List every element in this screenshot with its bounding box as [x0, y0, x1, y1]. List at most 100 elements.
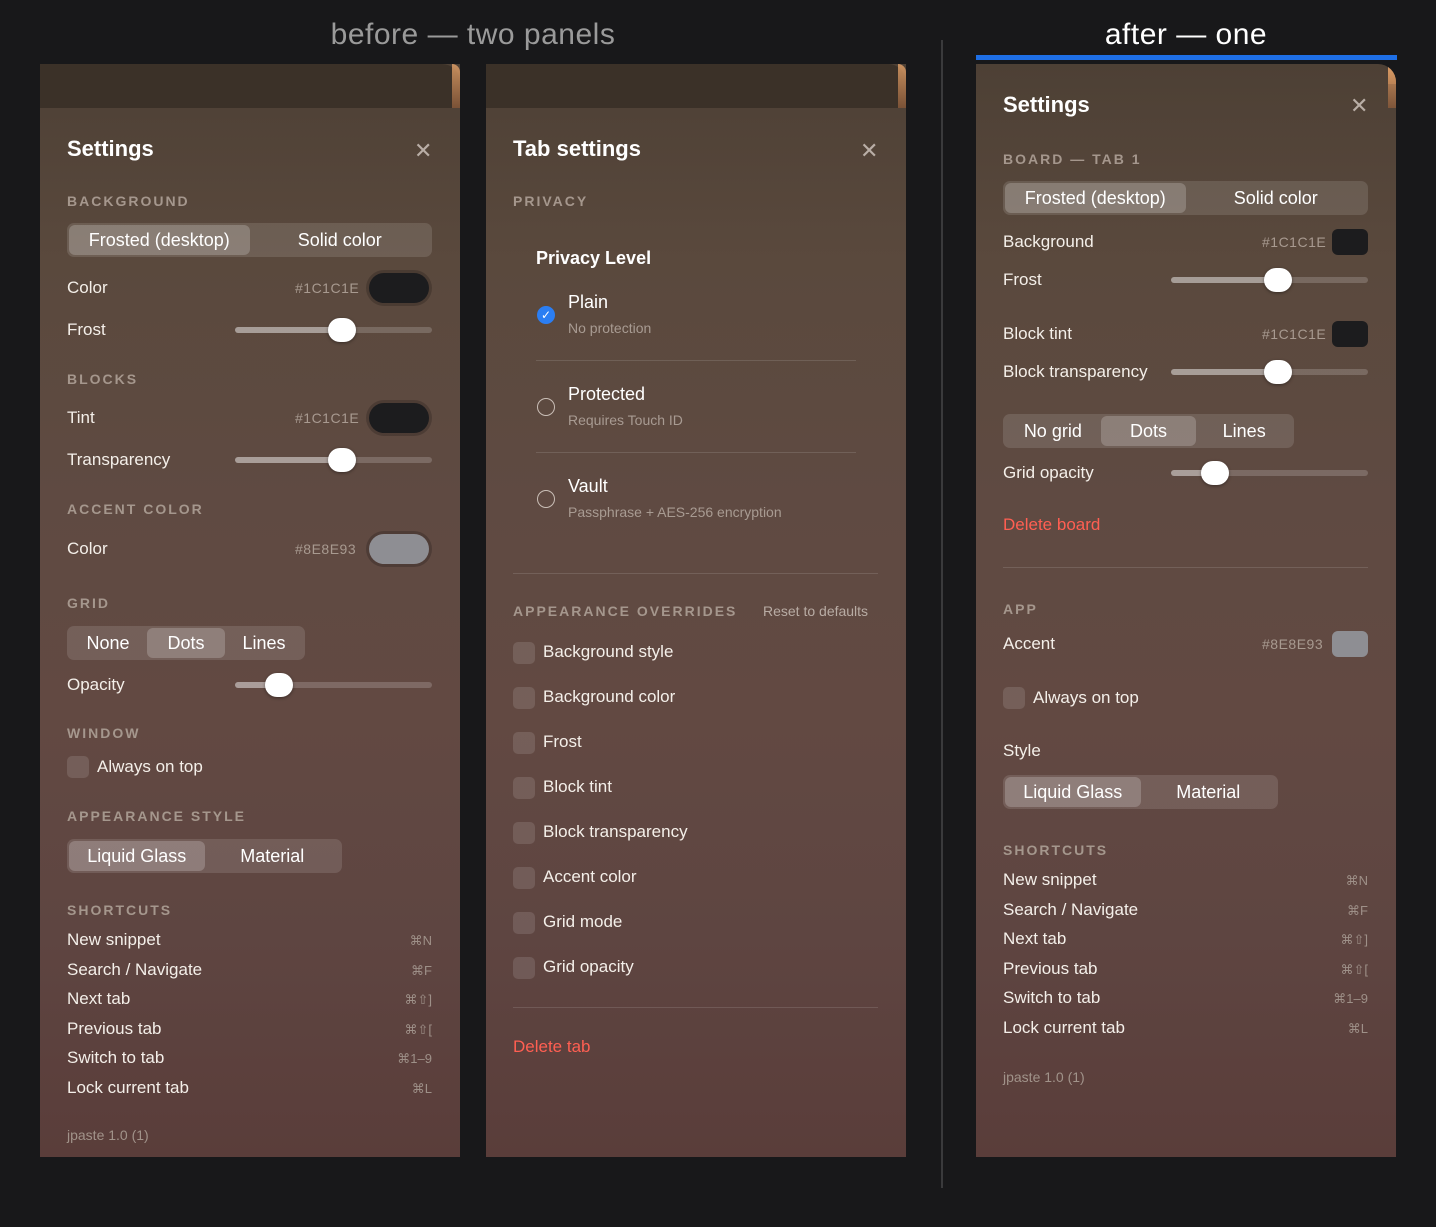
segment-material[interactable]: Material [1141, 777, 1277, 807]
override-checkbox[interactable] [513, 732, 535, 754]
segment-frosted[interactable]: Frosted (desktop) [69, 225, 250, 255]
slider-fill [1171, 277, 1278, 283]
override-checkbox[interactable] [513, 642, 535, 664]
shortcut-label: Previous tab [67, 1018, 162, 1038]
shortcut-row: Previous tab ⌘⇧[ [1003, 959, 1368, 989]
slider-knob[interactable] [265, 673, 294, 697]
segment-solid-color[interactable]: Solid color [250, 225, 431, 255]
privacy-option-sub: Passphrase + AES-256 encryption [568, 504, 782, 520]
accent-color-swatch[interactable] [1332, 631, 1368, 657]
section-accent-color: ACCENT COLOR [67, 501, 204, 517]
after-heading: after — one [1104, 18, 1268, 51]
block-tint-hex: #1C1C1E [1262, 326, 1327, 342]
privacy-option-sub: Requires Touch ID [568, 412, 683, 428]
override-checkbox[interactable] [513, 777, 535, 799]
block-tint-swatch[interactable] [1332, 321, 1368, 347]
shortcut-key: ⌘N [409, 933, 432, 948]
radio-icon [537, 398, 555, 416]
frost-slider[interactable] [235, 318, 432, 342]
override-item[interactable]: Block transparency [513, 822, 813, 867]
section-grid: GRID [67, 595, 110, 611]
segment-no-grid[interactable]: No grid [1005, 416, 1101, 446]
segment-none[interactable]: None [69, 628, 147, 658]
shortcut-row: Lock current tab ⌘L [1003, 1018, 1368, 1048]
override-item[interactable]: Background color [513, 687, 813, 732]
transparency-slider[interactable] [235, 448, 432, 472]
override-item[interactable]: Accent color [513, 867, 813, 912]
grid-opacity-slider[interactable] [235, 673, 432, 697]
delete-tab-button[interactable]: Delete tab [513, 1037, 591, 1057]
shortcut-label: Search / Navigate [1003, 899, 1139, 919]
always-on-top-checkbox[interactable] [67, 756, 89, 778]
slider-knob[interactable] [327, 448, 356, 472]
section-appearance-style: APPEARANCE STYLE [67, 808, 247, 824]
shortcut-label: New snippet [1003, 870, 1097, 889]
privacy-option-vault[interactable]: Vault Passphrase + AES-256 encryption [536, 476, 866, 542]
divider [513, 1007, 878, 1008]
shortcut-label: Next tab [67, 989, 131, 1008]
override-item[interactable]: Frost [513, 732, 813, 777]
override-checkbox[interactable] [513, 687, 535, 709]
shortcut-key: ⌘⇧[ [1340, 961, 1368, 977]
segment-lines[interactable]: Lines [1196, 416, 1292, 446]
accent-color-swatch[interactable] [369, 534, 429, 564]
override-item[interactable]: Grid mode [513, 912, 813, 957]
override-label: Frost [543, 732, 582, 751]
privacy-option-protected[interactable]: Protected Requires Touch ID [536, 384, 856, 450]
tint-swatch[interactable] [369, 403, 429, 433]
shortcut-key: ⌘N [1345, 873, 1368, 888]
window-titlebar [40, 64, 460, 108]
close-icon[interactable]: ✕ [1350, 95, 1368, 117]
override-item[interactable]: Block tint [513, 777, 813, 822]
segment-lines[interactable]: Lines [225, 628, 303, 658]
slider-knob[interactable] [327, 318, 356, 342]
background-hex: #1C1C1E [1262, 234, 1327, 250]
section-board: BOARD — TAB 1 [1003, 151, 1142, 167]
override-label: Grid mode [543, 912, 623, 931]
slider-fill [235, 327, 342, 333]
slider-knob[interactable] [1263, 360, 1292, 384]
comparison-divider [941, 40, 943, 1188]
after-underline [976, 55, 1397, 60]
shortcut-label: Previous tab [1003, 958, 1098, 978]
privacy-option-plain[interactable]: ✓ Plain No protection [536, 292, 856, 358]
segment-liquid-glass[interactable]: Liquid Glass [1005, 777, 1141, 807]
override-label: Background color [543, 687, 676, 706]
accent-label: Accent [1003, 634, 1055, 653]
override-checkbox[interactable] [513, 867, 535, 889]
reset-to-defaults-link[interactable]: Reset to defaults [763, 603, 868, 619]
shortcut-row: Switch to tab ⌘1–9 [1003, 988, 1368, 1018]
override-item[interactable]: Grid opacity [513, 957, 813, 1002]
close-icon[interactable]: ✕ [414, 140, 432, 162]
segment-dots[interactable]: Dots [1100, 416, 1197, 446]
block-transparency-slider[interactable] [1171, 360, 1368, 384]
appearance-style-segment: Liquid Glass Material [1003, 775, 1278, 809]
override-checkbox[interactable] [513, 822, 535, 844]
override-item[interactable]: Background style [513, 642, 813, 687]
override-label: Grid opacity [543, 957, 634, 976]
always-on-top-checkbox[interactable] [1003, 687, 1025, 709]
privacy-option-title: Protected [568, 384, 646, 404]
segment-frosted[interactable]: Frosted (desktop) [1005, 183, 1186, 213]
background-mode-segment: Frosted (desktop) Solid color [67, 223, 432, 257]
segment-material[interactable]: Material [205, 841, 341, 871]
grid-opacity-slider[interactable] [1171, 461, 1368, 485]
accent-color-hex: #8E8E93 [295, 541, 357, 557]
grid-opacity-label: Opacity [67, 675, 125, 694]
slider-knob[interactable] [1201, 461, 1230, 485]
background-label: Background [1003, 232, 1094, 251]
segment-liquid-glass[interactable]: Liquid Glass [69, 841, 205, 871]
close-icon[interactable]: ✕ [860, 140, 878, 162]
frost-slider[interactable] [1171, 268, 1368, 292]
style-label: Style [1003, 741, 1041, 760]
block-transparency-label: Block transparency [1003, 362, 1148, 381]
background-color-swatch[interactable] [1332, 229, 1368, 255]
slider-knob[interactable] [1263, 268, 1292, 292]
segment-dots[interactable]: Dots [147, 628, 225, 658]
override-checkbox[interactable] [513, 912, 535, 934]
override-checkbox[interactable] [513, 957, 535, 979]
background-color-swatch[interactable] [369, 273, 429, 303]
segment-solid-color[interactable]: Solid color [1186, 183, 1367, 213]
delete-board-button[interactable]: Delete board [1003, 515, 1100, 535]
shortcut-key: ⌘F [1347, 902, 1368, 918]
